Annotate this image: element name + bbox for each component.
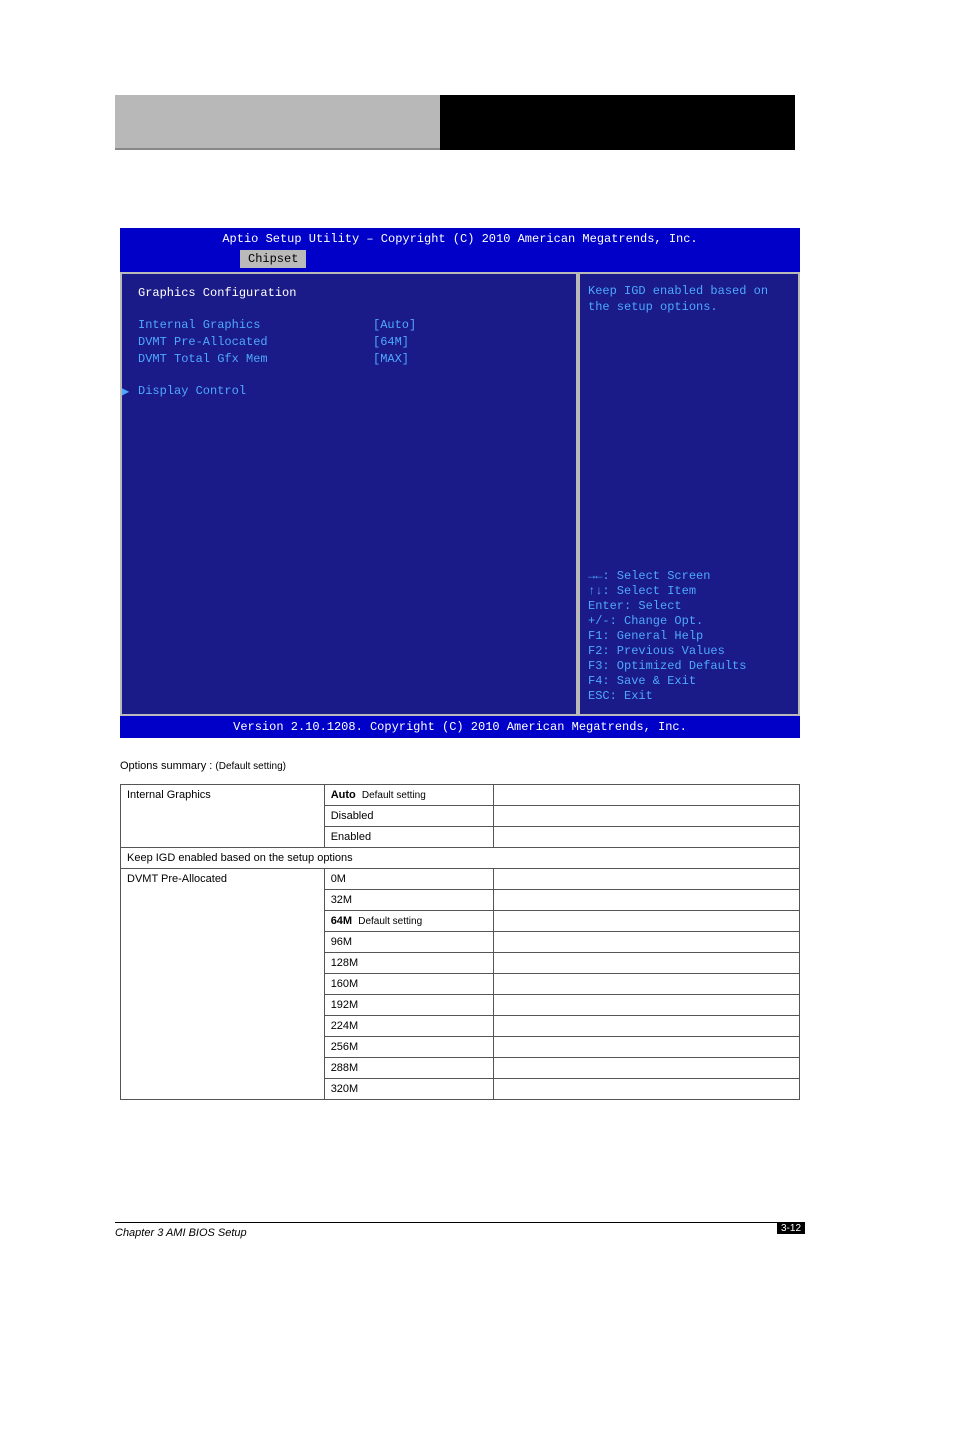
triangle-right-icon: ▶ (122, 384, 129, 399)
opt-value: 64M Default setting (324, 911, 494, 932)
opt-desc (494, 827, 800, 848)
hint-row: F1: General Help (588, 629, 790, 643)
default-label: Default setting (362, 790, 426, 801)
hint-row: ↑↓: Select Item (588, 584, 790, 598)
opt-desc (494, 911, 800, 932)
opt-desc (494, 1016, 800, 1037)
hint-row: F3: Optimized Defaults (588, 659, 790, 673)
opt-value: 288M (324, 1058, 494, 1079)
opt-name: Internal Graphics (121, 785, 325, 848)
opt-desc (494, 995, 800, 1016)
submenu-label: Display Control (128, 384, 246, 398)
bios-left-pane: Graphics Configuration Internal Graphics… (122, 274, 578, 714)
option-value: [MAX] (373, 352, 409, 366)
option-label: Internal Graphics (138, 318, 373, 332)
opt-full-desc: Keep IGD enabled based on the setup opti… (121, 848, 800, 869)
hint-row: ESC: Exit (588, 689, 790, 703)
opt-desc (494, 1058, 800, 1079)
opt-value: 32M (324, 890, 494, 911)
bios-help-text: Keep IGD enabled based on the setup opti… (588, 284, 790, 315)
default-label: Default setting (358, 916, 422, 927)
header-left-block (115, 95, 440, 150)
option-value: [Auto] (373, 318, 416, 332)
opt-desc (494, 1079, 800, 1100)
opt-desc (494, 974, 800, 995)
option-label: DVMT Pre-Allocated (138, 335, 373, 349)
section-title: Graphics Configuration (128, 286, 566, 300)
option-label: DVMT Total Gfx Mem (138, 352, 373, 366)
options-label: Options summary : (120, 760, 212, 772)
opt-desc (494, 890, 800, 911)
tab-chipset[interactable]: Chipset (240, 250, 306, 268)
option-row[interactable]: Internal Graphics [Auto] (128, 318, 566, 332)
options-table: Internal Graphics Auto Default setting D… (120, 784, 800, 1100)
bios-window: Aptio Setup Utility – Copyright (C) 2010… (120, 228, 800, 738)
bios-version: Version 2.10.1208. Copyright (C) 2010 Am… (120, 716, 800, 738)
page-footer: Chapter 3 AMI BIOS Setup 3-12 (115, 1222, 805, 1239)
hint-row: F2: Previous Values (588, 644, 790, 658)
bios-title: Aptio Setup Utility – Copyright (C) 2010… (120, 228, 800, 250)
hint-row: Enter: Select (588, 599, 790, 613)
options-section: Options summary : (Default setting) Inte… (120, 760, 800, 1100)
opt-value: 0M (324, 869, 494, 890)
opt-value: Auto Default setting (324, 785, 494, 806)
submenu-display-control[interactable]: ▶ Display Control (128, 384, 566, 398)
page-header (115, 95, 795, 150)
table-row: DVMT Pre-Allocated 0M (121, 869, 800, 890)
default-label: Default setting (219, 761, 283, 772)
opt-desc (494, 785, 800, 806)
opt-value: 128M (324, 953, 494, 974)
footer-page-number: 3-12 (777, 1223, 805, 1234)
opt-desc (494, 953, 800, 974)
opt-value: 256M (324, 1037, 494, 1058)
bios-right-pane: Keep IGD enabled based on the setup opti… (578, 274, 798, 714)
opt-desc (494, 806, 800, 827)
opt-value: Disabled (324, 806, 494, 827)
header-right-block (440, 95, 795, 150)
hint-row: →←: Select Screen (588, 569, 790, 583)
option-row[interactable]: DVMT Pre-Allocated [64M] (128, 335, 566, 349)
bios-key-hints: →←: Select Screen ↑↓: Select Item Enter:… (588, 569, 790, 704)
opt-value: 96M (324, 932, 494, 953)
hint-row: F4: Save & Exit (588, 674, 790, 688)
opt-value: Enabled (324, 827, 494, 848)
option-value: [64M] (373, 335, 409, 349)
opt-name: DVMT Pre-Allocated (121, 869, 325, 1100)
opt-desc (494, 932, 800, 953)
opt-value: 192M (324, 995, 494, 1016)
hint-row: +/-: Change Opt. (588, 614, 790, 628)
opt-value: 320M (324, 1079, 494, 1100)
footer-left: Chapter 3 AMI BIOS Setup (115, 1227, 247, 1239)
opt-desc (494, 869, 800, 890)
opt-value: 160M (324, 974, 494, 995)
opt-value: 224M (324, 1016, 494, 1037)
bios-main: Graphics Configuration Internal Graphics… (120, 272, 800, 716)
bios-tab-row: Chipset (120, 250, 800, 272)
opt-desc (494, 1037, 800, 1058)
table-row: Keep IGD enabled based on the setup opti… (121, 848, 800, 869)
table-row: Internal Graphics Auto Default setting (121, 785, 800, 806)
option-row[interactable]: DVMT Total Gfx Mem [MAX] (128, 352, 566, 366)
